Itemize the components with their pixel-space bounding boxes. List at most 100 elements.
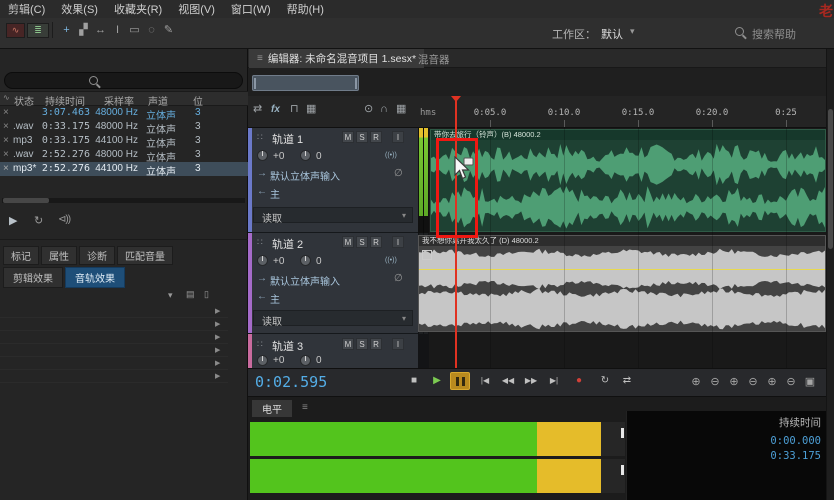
zoom-navigator[interactable] bbox=[248, 68, 826, 96]
output-select[interactable]: 主 bbox=[270, 291, 280, 306]
mute-button[interactable]: M bbox=[342, 338, 354, 350]
shuttle-button[interactable]: ⇄ bbox=[617, 372, 637, 390]
stop-button[interactable]: ■ bbox=[404, 372, 424, 390]
solo-button[interactable]: S bbox=[356, 338, 368, 350]
preview-loop-button[interactable]: ↻ bbox=[34, 214, 43, 227]
menu-window[interactable]: 窗口(W) bbox=[231, 1, 271, 17]
arm-record-button[interactable]: R bbox=[370, 131, 382, 143]
volume-knob[interactable] bbox=[257, 355, 268, 366]
output-select[interactable]: 主 bbox=[270, 186, 280, 201]
volume-value[interactable]: +0 bbox=[273, 151, 284, 162]
patch-icon[interactable]: ⊓ bbox=[290, 104, 299, 115]
zoom-out-horizontal-button[interactable]: ⊖ bbox=[745, 374, 761, 390]
chevron-right-icon[interactable]: ▶ bbox=[215, 333, 220, 341]
tab-clip-effects[interactable]: 剪辑效果 bbox=[3, 267, 63, 288]
zoom-in-button[interactable]: ⊕ bbox=[688, 374, 704, 390]
arrows-icon[interactable]: ⇄ bbox=[253, 104, 262, 115]
rewind-button[interactable]: ◀◀ bbox=[498, 372, 518, 390]
fast-forward-button[interactable]: ▶▶ bbox=[521, 372, 541, 390]
tab-markers[interactable]: 标记 bbox=[3, 246, 39, 265]
pan-value[interactable]: 0 bbox=[316, 256, 322, 267]
magnet-icon[interactable]: ∩ bbox=[380, 104, 388, 115]
record-button[interactable]: ● bbox=[569, 372, 589, 390]
clock-icon[interactable]: ⊙ bbox=[364, 104, 373, 115]
files-hscrollbar[interactable] bbox=[2, 198, 245, 203]
zoom-out-button[interactable]: ⊖ bbox=[707, 374, 723, 390]
phase-icon[interactable]: ∅ bbox=[394, 273, 403, 284]
save-preset-icon[interactable]: ▤ bbox=[186, 289, 195, 300]
playhead-handle[interactable] bbox=[451, 96, 461, 102]
file-row-selected[interactable]: × mp3* 2:52.276 44100 Hz 立体声 3 bbox=[0, 162, 248, 176]
vertical-scrollbar[interactable] bbox=[826, 49, 834, 500]
skip-to-end-button[interactable]: ▶| bbox=[544, 372, 564, 390]
file-row[interactable]: × mp3 0:33.175 44100 Hz 立体声 3 bbox=[0, 134, 248, 148]
navigator-range-thumb[interactable] bbox=[252, 75, 359, 91]
editor-tab[interactable]: ≡ 编辑器: 未命名混音项目 1.sesx* bbox=[249, 49, 424, 68]
move-tool-icon[interactable]: + bbox=[58, 19, 75, 41]
effect-slot[interactable]: ▶ bbox=[0, 369, 228, 383]
duration-column-header[interactable]: 持续时间 bbox=[737, 415, 821, 430]
input-select[interactable]: 默认立体声输入 bbox=[270, 273, 388, 288]
fx-icon[interactable]: fx bbox=[271, 104, 280, 115]
navigator-handle-right[interactable] bbox=[355, 78, 357, 89]
volume-knob[interactable] bbox=[257, 150, 268, 161]
time-selection-tool-icon[interactable]: I bbox=[109, 19, 126, 41]
zoom-in-horizontal-button[interactable]: ⊕ bbox=[726, 374, 742, 390]
input-select[interactable]: 默认立体声输入 bbox=[270, 168, 388, 183]
zoom-out-vertical-button[interactable]: ⊖ bbox=[783, 374, 799, 390]
sort-icon[interactable]: ∿ bbox=[3, 93, 10, 102]
mixer-tab[interactable]: 混音器 bbox=[408, 52, 460, 67]
volume-knob[interactable] bbox=[257, 255, 268, 266]
monitor-input-button[interactable]: I bbox=[392, 338, 404, 350]
clip-fade-handle[interactable] bbox=[422, 250, 432, 260]
mute-button[interactable]: M bbox=[342, 131, 354, 143]
play-button[interactable]: ▶ bbox=[427, 372, 447, 390]
pan-value[interactable]: 0 bbox=[316, 151, 322, 162]
automation-mode-select[interactable]: 读取 ▾ bbox=[253, 310, 413, 326]
file-row[interactable]: × .wav 0:33.175 48000 Hz 立体声 3 bbox=[0, 120, 248, 134]
zoom-in-vertical-button[interactable]: ⊕ bbox=[764, 374, 780, 390]
menu-clip[interactable]: 剪辑(C) bbox=[8, 1, 45, 17]
track-name[interactable]: 轨道 2 bbox=[272, 236, 303, 252]
slip-tool-icon[interactable]: ↔ bbox=[92, 19, 109, 41]
playhead-time-display[interactable]: 0:02.595 bbox=[255, 373, 327, 391]
pan-value[interactable]: 0 bbox=[316, 355, 322, 366]
help-search-placeholder[interactable]: 搜索帮助 bbox=[752, 26, 796, 42]
trash-icon[interactable]: ▯ bbox=[204, 289, 209, 300]
volume-envelope-line[interactable] bbox=[419, 269, 825, 270]
chevron-right-icon[interactable]: ▶ bbox=[215, 307, 220, 315]
tab-track-effects[interactable]: 音轨效果 bbox=[65, 267, 125, 288]
monitor-speaker-icon[interactable]: ((•)) bbox=[385, 257, 397, 264]
track-header-1[interactable]: ∷ 轨道 1 M S R I +0 0 ((•)) → 默认立体声输入 ∅ ← … bbox=[248, 128, 418, 233]
track-header-2[interactable]: ∷ 轨道 2 M S R I +0 0 ((•)) → 默认立体声输入 ∅ ← … bbox=[248, 233, 418, 334]
monitor-input-button[interactable]: I bbox=[392, 236, 404, 248]
chevron-right-icon[interactable]: ▶ bbox=[215, 359, 220, 367]
arm-record-button[interactable]: R bbox=[370, 338, 382, 350]
automation-mode-select[interactable]: 读取 ▾ bbox=[253, 207, 413, 223]
track-name[interactable]: 轨道 3 bbox=[272, 338, 303, 354]
mute-button[interactable]: M bbox=[342, 236, 354, 248]
razor-tool-icon[interactable]: ▞ bbox=[75, 19, 92, 41]
navigator-handle-left[interactable] bbox=[254, 78, 256, 89]
waveform-view-button[interactable]: ∿ bbox=[6, 23, 25, 38]
grid-icon[interactable]: ▦ bbox=[396, 104, 406, 115]
levels-tab[interactable]: 电平 bbox=[252, 400, 292, 417]
bars-icon[interactable]: ▦ bbox=[306, 104, 316, 115]
pan-knob[interactable] bbox=[300, 150, 311, 161]
workspace-value[interactable]: 默认 bbox=[601, 26, 623, 42]
track-header-3[interactable]: ∷ 轨道 3 M S R I +0 0 bbox=[248, 334, 418, 368]
volume-value[interactable]: +0 bbox=[273, 256, 284, 267]
panel-menu-icon[interactable]: ≡ bbox=[302, 402, 308, 413]
effect-slot[interactable]: ▶ bbox=[0, 356, 228, 370]
pan-knob[interactable] bbox=[300, 255, 311, 266]
menu-effects[interactable]: 效果(S) bbox=[61, 1, 98, 17]
chevron-right-icon[interactable]: ▶ bbox=[215, 372, 220, 380]
solo-button[interactable]: S bbox=[356, 236, 368, 248]
help-search-icon[interactable] bbox=[735, 27, 744, 36]
loop-playback-button[interactable]: ↻ bbox=[595, 372, 615, 390]
effect-slot[interactable]: ▶ bbox=[0, 330, 228, 344]
lasso-tool-icon[interactable]: ◌ bbox=[143, 19, 160, 41]
file-row[interactable]: × .wav 2:52.276 48000 Hz 立体声 3 bbox=[0, 148, 248, 162]
workspace-dropdown-icon[interactable]: ▾ bbox=[630, 26, 635, 37]
track-name[interactable]: 轨道 1 bbox=[272, 131, 303, 147]
